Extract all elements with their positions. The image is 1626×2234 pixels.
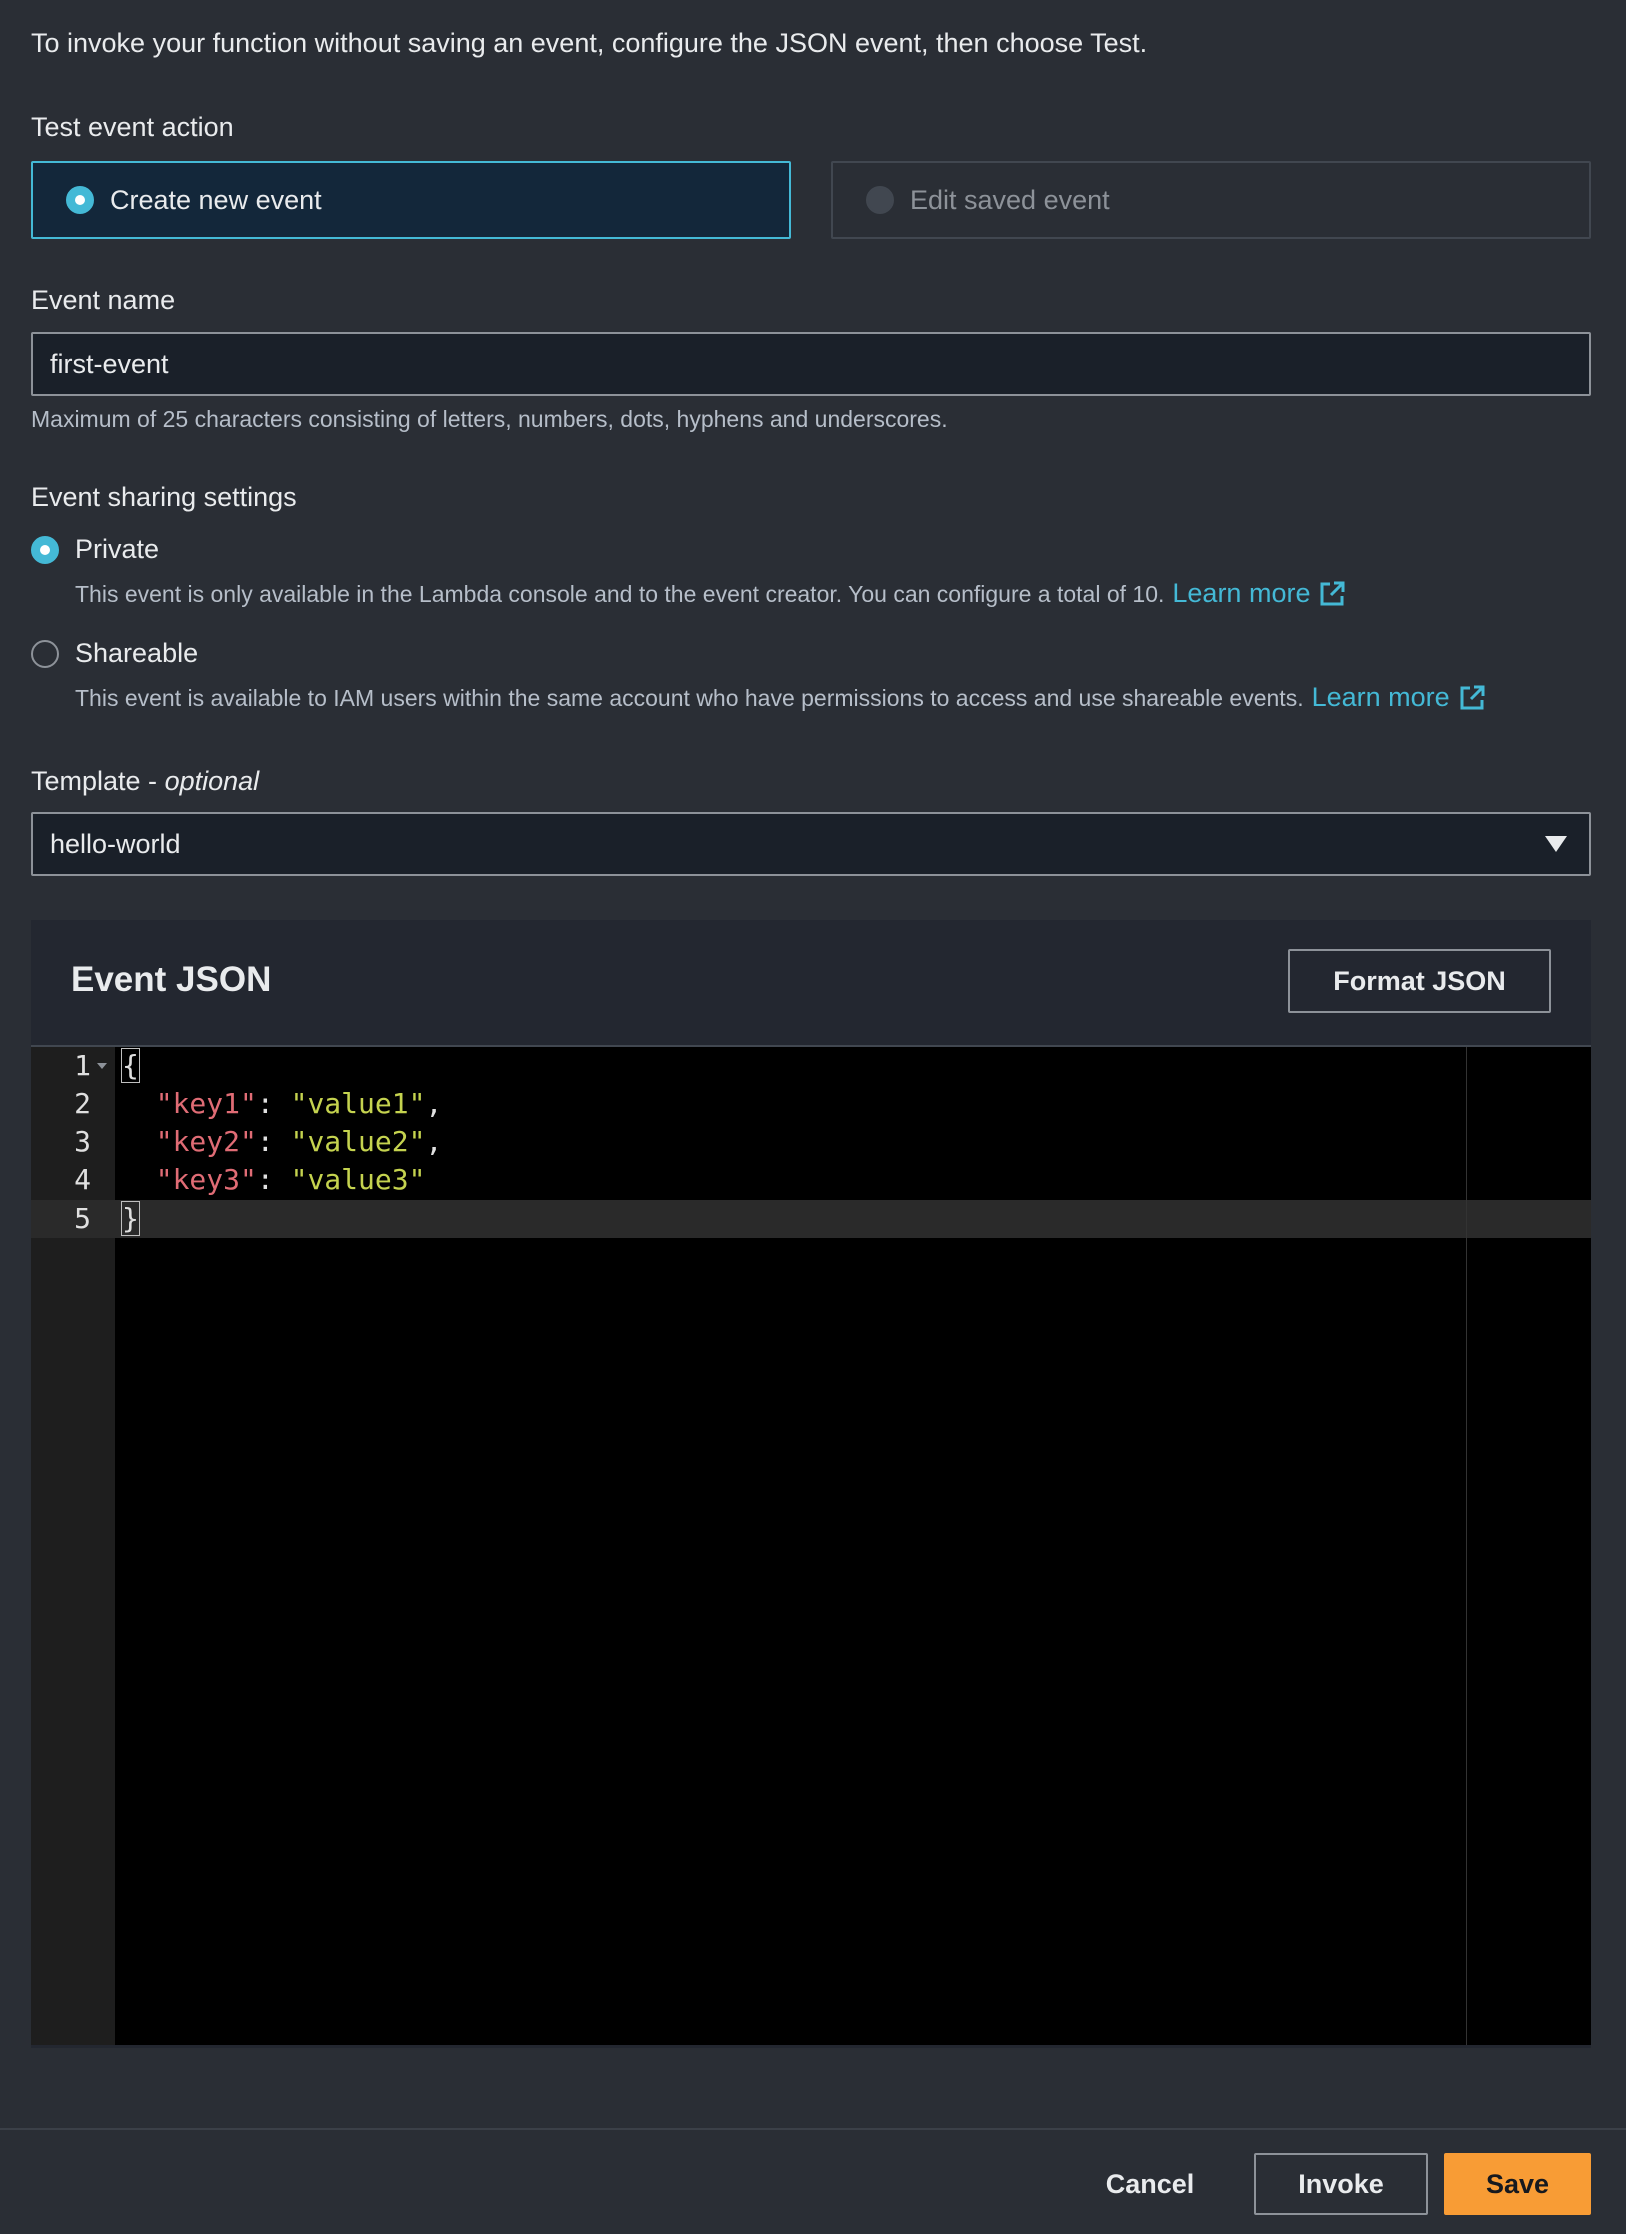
event-sharing-label: Event sharing settings [31,482,297,512]
learn-more-label: Learn more [1311,682,1450,712]
code-text: "key1": "value1", [122,1085,443,1123]
template-optional-text: optional [164,766,260,796]
private-description-text: This event is only available in the Lamb… [75,581,1165,607]
event-json-header: Event JSON Format JSON [31,920,1591,1045]
shareable-option[interactable]: Shareable [31,638,198,669]
code-line: 2 "key1": "value1", [31,1085,1591,1123]
code-line: 5 } [31,1200,1591,1238]
create-new-event-label: Create new event [110,184,322,215]
event-name-hint: Maximum of 25 characters consisting of l… [31,406,948,432]
code-line: 1 { [31,1047,1591,1085]
json-separator: : [256,1125,291,1158]
shareable-label: Shareable [75,638,199,668]
code-text: { [121,1047,140,1085]
radio-unselected-icon [31,639,59,668]
event-json-panel: Event JSON Format JSON 1 { 2 "key1": "va… [31,920,1591,2048]
close-brace: } [121,1201,140,1236]
radio-selected-icon [66,186,94,214]
line-number: 1 [74,1049,91,1082]
shareable-learn-more-link[interactable]: Learn more [1312,682,1486,713]
private-learn-more-link[interactable]: Learn more [1172,578,1346,609]
template-label-text: Template - [31,766,165,796]
json-code-editor[interactable]: 1 { 2 "key1": "value1", 3 "key2": "value… [31,1045,1591,2045]
cancel-button[interactable]: Cancel [1090,2153,1210,2215]
radio-disabled-icon [866,186,894,214]
line-number: 5 [74,1202,91,1235]
test-event-form: To invoke your function without saving a… [0,0,1626,2234]
learn-more-label: Learn more [1172,578,1311,608]
json-separator: : [256,1163,291,1196]
code-text: "key3": "value3" [122,1161,426,1199]
footer-divider [0,2128,1626,2130]
private-option[interactable]: Private [31,534,159,565]
code-text: "key2": "value2", [122,1123,443,1161]
event-name-value: first-event [50,348,169,379]
radio-selected-icon [31,535,59,564]
event-json-title: Event JSON [71,960,272,999]
event-name-label: Event name [31,285,176,315]
event-name-input[interactable]: first-event [31,332,1591,396]
edit-saved-event-label: Edit saved event [910,184,1110,215]
shareable-description-text: This event is available to IAM users wit… [75,685,1304,711]
format-json-button[interactable]: Format JSON [1288,949,1551,1013]
code-line: 3 "key2": "value2", [31,1123,1591,1161]
external-link-icon [1460,685,1485,709]
invoke-button[interactable]: Invoke [1254,2153,1428,2215]
caret-down-icon [1545,836,1567,852]
private-description: This event is only available in the Lamb… [75,578,1346,609]
json-key: "key1" [155,1087,257,1120]
json-key: "key2" [155,1125,257,1158]
save-button[interactable]: Save [1444,2153,1591,2215]
code-text: } [121,1200,140,1238]
external-link-icon [1320,581,1345,605]
test-event-action-label: Test event action [31,112,234,142]
json-value: "value1" [290,1087,426,1120]
line-number: 3 [74,1125,91,1158]
intro-text: To invoke your function without saving a… [31,28,1148,58]
json-key: "key3" [155,1163,257,1196]
json-value: "value2" [290,1125,426,1158]
code-line: 4 "key3": "value3" [31,1161,1591,1199]
edit-saved-event-option: Edit saved event [831,161,1591,239]
template-value: hello-world [50,828,181,859]
line-number: 2 [74,1087,91,1120]
json-comma: , [425,1125,443,1158]
open-brace: { [121,1048,140,1083]
shareable-description: This event is available to IAM users wit… [75,682,1486,713]
json-comma: , [425,1087,443,1120]
template-select[interactable]: hello-world [31,812,1591,876]
json-separator: : [256,1087,291,1120]
create-new-event-option[interactable]: Create new event [31,161,791,239]
json-value: "value3" [290,1163,426,1196]
template-label: Template - optional [31,766,259,797]
private-label: Private [75,534,160,564]
line-number: 4 [74,1163,91,1196]
fold-arrow-icon[interactable] [97,1063,107,1069]
